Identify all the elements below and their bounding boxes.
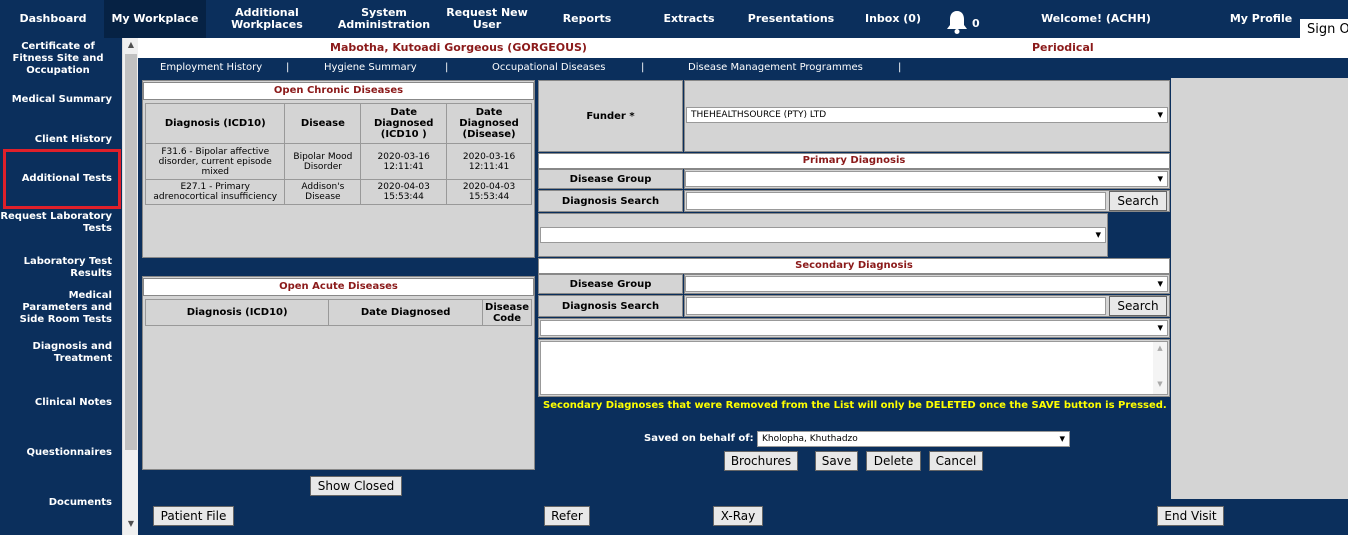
- secondary-result-select[interactable]: [540, 320, 1168, 336]
- primary-diagnosis-search-input[interactable]: [686, 192, 1106, 210]
- nav-reports[interactable]: Reports: [552, 0, 622, 38]
- welcome-user: Welcome! (ACHH): [1041, 12, 1151, 25]
- sidebar-item-request-laboratory-tests[interactable]: Request Laboratory Tests: [0, 210, 120, 236]
- column-header: Date Diagnosed (ICD10 ): [360, 103, 448, 144]
- primary-disease-group-label: Disease Group: [538, 169, 683, 189]
- disease-cell: Addison's Disease: [284, 179, 362, 205]
- list-scrollbar[interactable]: ▲ ▼: [1153, 342, 1167, 394]
- acute-diseases-title: Open Acute Diseases: [143, 278, 534, 296]
- date-cell: 2020-04-03 15:53:44: [446, 179, 532, 205]
- column-header: Date Diagnosed (Disease): [446, 103, 532, 144]
- sidebar-item-clinical-notes[interactable]: Clinical Notes: [0, 392, 120, 414]
- secondary-disease-group-label: Disease Group: [538, 274, 683, 294]
- funder-label: Funder *: [538, 80, 683, 152]
- primary-result-select[interactable]: [540, 227, 1106, 243]
- table-row[interactable]: F31.6 - Bipolar affective disorder, curr…: [144, 143, 532, 180]
- patient-file-button[interactable]: Patient File: [153, 506, 234, 526]
- chronic-diseases-table: Diagnosis (ICD10) Disease Date Diagnosed…: [144, 103, 532, 205]
- sidebar-item-medical-summary[interactable]: Medical Summary: [0, 88, 120, 112]
- saved-on-behalf-select[interactable]: Kholopha, Khuthadzo: [757, 431, 1070, 447]
- column-header: Disease: [284, 103, 362, 144]
- visit-type: Periodical: [1032, 41, 1094, 54]
- xray-button[interactable]: X-Ray: [713, 506, 763, 526]
- sidebar: Certificate of Fitness Site and Occupati…: [0, 38, 122, 535]
- subnav-separator: |: [898, 62, 902, 73]
- disease-cell: Bipolar Mood Disorder: [284, 143, 362, 180]
- nav-additional-workplaces[interactable]: Additional Workplaces: [222, 0, 312, 38]
- subnav-hygiene-summary[interactable]: Hygiene Summary: [324, 62, 417, 73]
- sidebar-item-documents[interactable]: Documents: [0, 492, 120, 514]
- show-closed-button[interactable]: Show Closed: [310, 476, 402, 496]
- patient-name: Mabotha, Kutoadi Gorgeous (GORGEOUS): [330, 41, 587, 54]
- primary-diagnosis-title: Primary Diagnosis: [538, 153, 1170, 169]
- nav-extracts[interactable]: Extracts: [654, 0, 724, 38]
- subnav-separator: |: [445, 62, 449, 73]
- nav-my-workplace[interactable]: My Workplace: [104, 0, 206, 38]
- scrollbar-thumb[interactable]: [125, 54, 137, 450]
- bell-icon[interactable]: [944, 9, 970, 35]
- sub-navigation: Employment History | Hygiene Summary | O…: [138, 58, 1348, 78]
- saved-on-behalf-label: Saved on behalf of:: [644, 433, 754, 444]
- funder-select[interactable]: THEHEALTHSOURCE (PTY) LTD: [686, 107, 1168, 123]
- sidebar-item-laboratory-test-results[interactable]: Laboratory Test Results: [0, 255, 120, 281]
- patient-header: Mabotha, Kutoadi Gorgeous (GORGEOUS) Per…: [138, 38, 1348, 58]
- scroll-down-icon[interactable]: ▼: [123, 517, 139, 531]
- column-header: Date Diagnosed: [328, 299, 484, 326]
- brochures-button[interactable]: Brochures: [724, 451, 798, 471]
- date-cell: 2020-03-16 12:11:41: [446, 143, 532, 180]
- column-header: Diagnosis (ICD10): [144, 299, 330, 326]
- nav-system-administration[interactable]: System Administration: [330, 0, 438, 38]
- column-header: Disease Code: [482, 299, 532, 326]
- secondary-search-button[interactable]: Search: [1109, 296, 1167, 316]
- right-filler: [1171, 78, 1348, 499]
- subnav-disease-management[interactable]: Disease Management Programmes: [688, 62, 863, 73]
- date-cell: 2020-03-16 12:11:41: [360, 143, 448, 180]
- sidebar-item-questionnaires[interactable]: Questionnaires: [0, 442, 120, 464]
- secondary-diagnosis-search-label: Diagnosis Search: [538, 295, 683, 317]
- primary-search-button[interactable]: Search: [1109, 191, 1167, 211]
- top-navigation: Dashboard My Workplace Additional Workpl…: [0, 0, 1348, 41]
- subnav-separator: |: [641, 62, 645, 73]
- secondary-disease-group-select[interactable]: [685, 276, 1168, 292]
- deletion-notice: Secondary Diagnoses that were Removed fr…: [543, 400, 1167, 411]
- date-cell: 2020-04-03 15:53:44: [360, 179, 448, 205]
- sidebar-item-diagnosis-and-treatment[interactable]: Diagnosis and Treatment: [0, 340, 120, 366]
- cancel-button[interactable]: Cancel: [929, 451, 983, 471]
- nav-presentations[interactable]: Presentations: [744, 0, 838, 38]
- acute-diseases-table: Diagnosis (ICD10) Date Diagnosed Disease…: [144, 299, 532, 326]
- end-visit-button[interactable]: End Visit: [1157, 506, 1224, 526]
- secondary-diagnosis-search-input[interactable]: [686, 297, 1106, 315]
- primary-disease-group-select[interactable]: [685, 171, 1168, 187]
- notification-count: 0: [972, 17, 980, 30]
- sidebar-item-medical-parameters[interactable]: Medical Parameters and Side Room Tests: [0, 290, 120, 325]
- delete-button[interactable]: Delete: [866, 451, 921, 471]
- scroll-up-icon[interactable]: ▲: [123, 38, 139, 52]
- subnav-employment-history[interactable]: Employment History: [160, 62, 262, 73]
- table-row[interactable]: E27.1 - Primary adrenocortical insuffici…: [144, 179, 532, 205]
- subnav-separator: |: [286, 62, 290, 73]
- subnav-occupational-diseases[interactable]: Occupational Diseases: [492, 62, 605, 73]
- column-header: Diagnosis (ICD10): [144, 103, 286, 144]
- primary-diagnosis-search-label: Diagnosis Search: [538, 190, 683, 212]
- selection-highlight: [3, 149, 121, 209]
- save-button[interactable]: Save: [815, 451, 858, 471]
- diagnosis-cell: F31.6 - Bipolar affective disorder, curr…: [144, 143, 286, 180]
- refer-button[interactable]: Refer: [544, 506, 590, 526]
- nav-inbox[interactable]: Inbox (0): [858, 0, 928, 38]
- sidebar-scrollbar[interactable]: ▲ ▼: [122, 38, 138, 535]
- secondary-diagnosis-title: Secondary Diagnosis: [538, 258, 1170, 274]
- nav-request-new-user[interactable]: Request New User: [444, 0, 530, 38]
- chronic-diseases-title: Open Chronic Diseases: [143, 82, 534, 100]
- diagnosis-cell: E27.1 - Primary adrenocortical insuffici…: [144, 179, 286, 205]
- nav-dashboard[interactable]: Dashboard: [8, 0, 98, 38]
- secondary-diagnoses-list[interactable]: ▲ ▼: [540, 341, 1168, 395]
- nav-my-profile[interactable]: My Profile: [1222, 0, 1300, 38]
- sidebar-item-certificate-of-fitness[interactable]: Certificate of Fitness Site and Occupati…: [0, 41, 120, 76]
